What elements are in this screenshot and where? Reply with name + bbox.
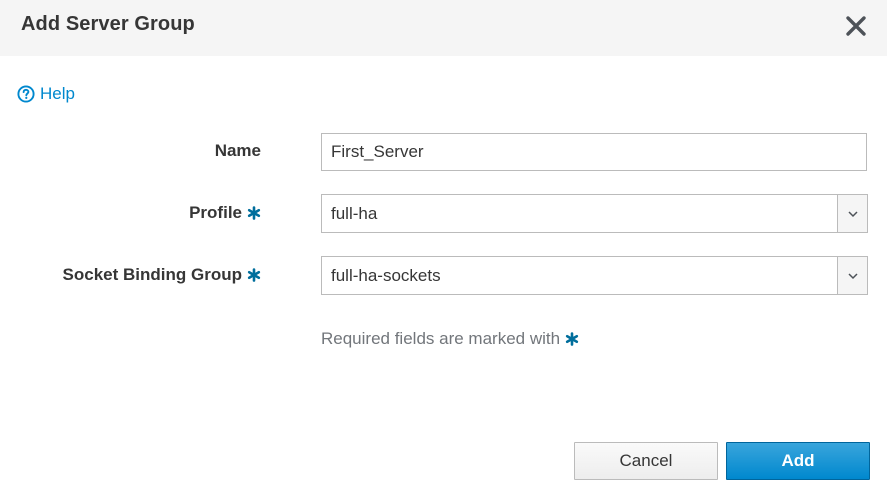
profile-label: Profile (189, 203, 261, 223)
name-input[interactable] (321, 133, 867, 171)
profile-select[interactable]: full-ha (321, 194, 868, 233)
help-link[interactable]: Help (17, 84, 75, 104)
profile-label-text: Profile (189, 203, 242, 222)
socket-binding-group-selected-value: full-ha-sockets (331, 266, 441, 285)
dialog-header: Add Server Group (0, 0, 887, 56)
cancel-button[interactable]: Cancel (574, 442, 718, 480)
socket-binding-group-label: Socket Binding Group (63, 265, 261, 285)
question-circle-icon (17, 85, 35, 103)
required-asterisk-icon (247, 268, 261, 282)
profile-dropdown-toggle[interactable] (837, 195, 867, 232)
profile-selected-value: full-ha (331, 204, 378, 223)
socket-binding-group-dropdown-toggle[interactable] (837, 257, 867, 294)
dialog-title: Add Server Group (21, 13, 195, 35)
add-server-group-dialog: Add Server Group Help Name Profile full-… (0, 0, 887, 497)
required-asterisk-icon (565, 332, 579, 346)
socket-binding-group-select[interactable]: full-ha-sockets (321, 256, 868, 295)
help-label: Help (40, 84, 75, 103)
add-button[interactable]: Add (726, 442, 870, 480)
close-button[interactable] (843, 13, 869, 39)
required-fields-note: Required fields are marked with (321, 329, 579, 349)
chevron-down-icon (847, 210, 858, 217)
close-icon (846, 16, 866, 36)
chevron-down-icon (847, 272, 858, 279)
name-label-text: Name (214, 141, 261, 160)
required-fields-note-text: Required fields are marked with (321, 329, 561, 348)
name-label: Name (215, 141, 261, 161)
socket-binding-group-label-text: Socket Binding Group (62, 265, 242, 284)
required-asterisk-icon (247, 206, 261, 220)
